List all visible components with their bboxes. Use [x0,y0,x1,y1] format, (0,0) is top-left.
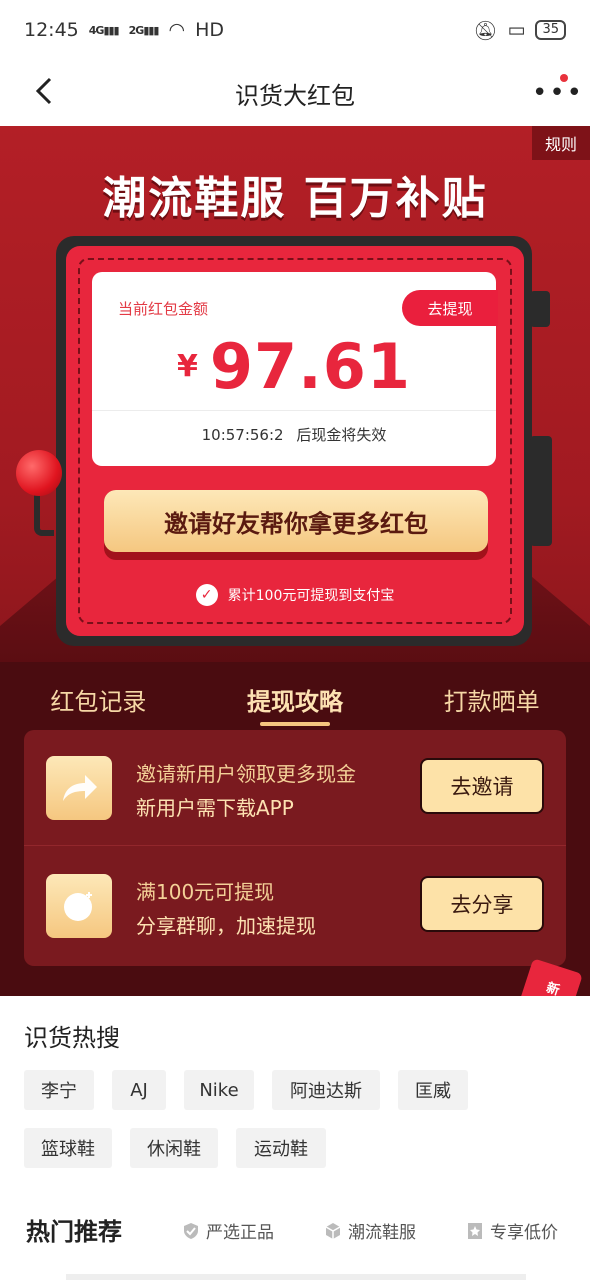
hot-search-chip[interactable]: 运动鞋 [236,1128,326,1168]
battery-icon: 35 [535,20,566,40]
hot-search-chip[interactable]: AJ [112,1070,166,1110]
tag-label: 专享低价 [490,1223,558,1243]
share-arrow-icon [46,756,112,820]
currency-symbol: ¥ [177,349,198,384]
chevron-left-icon [35,77,52,105]
machine-knob [530,291,550,327]
back-button[interactable] [34,76,64,110]
task-list: 邀请新用户领取更多现金 新用户需下载APP 去邀请 满100元可提现 分享群聊，… [24,730,566,966]
star-tag-icon [468,1222,482,1239]
rules-button[interactable]: 规则 [532,126,590,160]
clock: 12:45 [24,19,79,41]
red-packet-hero: 规则 潮流鞋服 百万补贴 当前红包金额 去提现 ¥97.61 10:57:56:… [0,126,590,666]
machine-handle [530,436,552,546]
divider [92,410,496,411]
signal-4g-icon: 4G▮▮▮ [88,23,120,37]
amount-label: 当前红包金额 [118,300,209,318]
strategy-section: 红包记录 提现攻略 打款晒单 邀请新用户领取更多现金 新用户需下载APP 去邀请… [0,662,590,996]
task-item-invite: 邀请新用户领取更多现金 新用户需下载APP 去邀请 [24,730,566,846]
tag-label: 严选正品 [206,1223,274,1243]
product-strip-edge [66,1274,526,1280]
withdraw-button[interactable]: 去提现 [402,290,498,326]
signal-2g-icon: 2G▮▮▮ [128,23,160,37]
hero-title: 潮流鞋服 百万补贴 [102,173,488,224]
notification-dot [560,74,568,82]
mute-icon: 🔕︎ [473,19,498,42]
net-label-1: 4G [88,23,105,37]
share-button[interactable]: 去分享 [420,876,544,932]
invite-button[interactable]: 去邀请 [420,758,544,814]
amount-panel: 当前红包金额 去提现 ¥97.61 10:57:56:2 后现金将失效 [92,272,498,466]
task-subtitle: 分享群聊，加速提现 [136,914,316,938]
nav-bar: 识货大红包 ••• [0,60,590,126]
tab-records[interactable]: 红包记录 [0,662,197,728]
alipay-note: ✓ 累计100元可提现到支付宝 [0,584,590,606]
wifi-label: HD [195,19,224,41]
net-label-2: 2G [128,23,145,37]
hot-search-chip[interactable]: 匡威 [398,1070,468,1110]
amount-value: 97.61 [209,330,411,403]
invite-friends-label: 邀请好友帮你拿更多红包 [104,490,488,552]
invite-friends-button[interactable]: 邀请好友帮你拿更多红包 [104,490,488,560]
tag-trendy: 潮流鞋服 [324,1218,416,1243]
hot-search-section: 识货热搜 李宁 AJ Nike 阿迪达斯 匡威 篮球鞋 休闲鞋 运动鞋 [0,996,590,1196]
countdown-timer: 10:57:56:2 [201,426,284,444]
lever-ball-icon [16,450,62,496]
hot-search-title: 识货热搜 [24,1024,120,1052]
tag-low-price: 专享低价 [466,1218,558,1243]
tag-label: 潮流鞋服 [348,1223,416,1243]
tab-strategy[interactable]: 提现攻略 [197,662,394,728]
shield-check-icon [184,1222,198,1239]
tab-payout-showcase[interactable]: 打款晒单 [393,662,590,728]
hot-search-chip[interactable]: 休闲鞋 [130,1128,218,1168]
tag-authentic: 严选正品 [182,1218,274,1243]
screen-icon: ▭ [507,19,526,41]
recommend-section: 热门推荐 严选正品 潮流鞋服 专享低价 [0,1196,590,1280]
amount-row: ¥97.61 [92,330,496,403]
more-dots-icon: ••• [532,78,585,108]
expire-row: 10:57:56:2 后现金将失效 [92,424,496,445]
task-subtitle: 新用户需下载APP [136,796,294,820]
hot-search-chip[interactable]: 李宁 [24,1070,94,1110]
page-title: 识货大红包 [235,81,355,110]
task-title: 满100元可提现 [136,880,275,904]
chat-bubble-icon [46,874,112,938]
hot-search-chip[interactable]: 篮球鞋 [24,1128,112,1168]
task-item-share: 满100元可提现 分享群聊，加速提现 去分享 [24,848,566,964]
task-title: 邀请新用户领取更多现金 [136,762,356,786]
alipay-icon: ✓ [195,584,218,606]
hot-search-chip[interactable]: 阿迪达斯 [272,1070,380,1110]
wifi-icon: ◠ [168,19,186,41]
recommend-title: 热门推荐 [26,1218,122,1246]
hot-search-chip[interactable]: Nike [184,1070,254,1110]
tab-bar: 红包记录 提现攻略 打款晒单 [0,662,590,728]
expire-text: 后现金将失效 [296,426,387,444]
alipay-note-text: 累计100元可提现到支付宝 [227,588,395,604]
cube-icon [325,1222,341,1239]
more-button[interactable]: ••• [532,74,582,106]
status-bar: 12:45 4G▮▮▮ 2G▮▮▮ ◠ HD 🔕︎ ▭ 35 [0,0,590,60]
